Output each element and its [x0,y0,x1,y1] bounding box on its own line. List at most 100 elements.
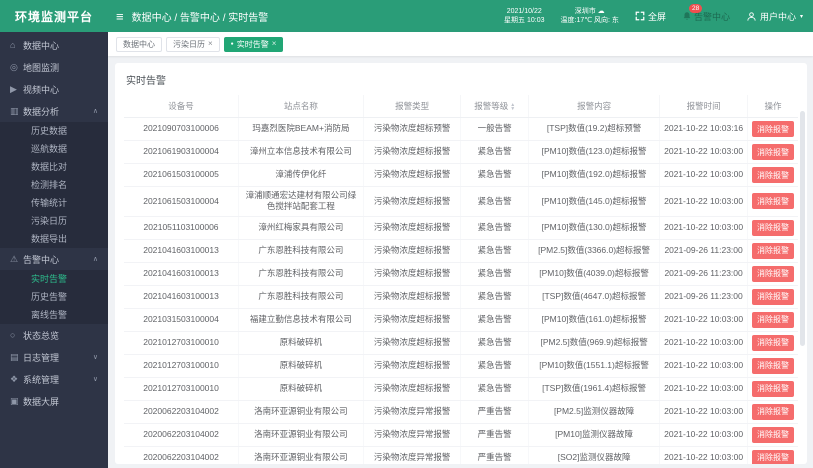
alarm-content: [TSP]数值(19.2)超标预警 [528,117,661,141]
sidebar-item-data-screen[interactable]: ▣ 数据大屏 [0,390,108,412]
alarm-level: 紧急告警 [460,186,529,217]
clear-alarm-button[interactable]: 消除报警 [751,219,794,236]
close-icon[interactable]: × [208,40,213,48]
table-row: 2021012703100010 原料破碎机 污染物浓度超标报警 紧急告警 [PM10]… [124,354,798,378]
fullscreen-button[interactable]: 全屏 [635,10,666,23]
sidebar-subitem[interactable]: 离线告警 [0,306,108,324]
alarm-time: 2021-10-22 10:03:00 [659,331,748,355]
clear-alarm-button[interactable]: 消除报警 [751,357,794,374]
close-icon[interactable]: × [272,40,277,48]
clear-alarm-button[interactable]: 消除报警 [751,242,794,259]
clear-alarm-button[interactable]: 消除报警 [751,334,794,351]
alarm-content: [PM10]数值(145.0)超标报警 [528,186,661,217]
sidebar-item-alert-center[interactable]: ⚠ 告警中心 ∧ [0,248,108,270]
clear-alarm-button[interactable]: 消除报警 [751,449,794,464]
row-actions: 消除报警 [747,331,798,355]
sidebar-subitem[interactable]: 数据比对 [0,158,108,176]
alarm-content: [PM10]数值(123.0)超标报警 [528,140,661,164]
station-name: 漳州红梅家具有限公司 [238,216,364,240]
sidebar-item-video-center[interactable]: ▶ 视频中心 [0,78,108,100]
sidebar-subitem[interactable]: 历史告警 [0,288,108,306]
tab-label: 污染日历 [173,39,205,49]
sidebar-subitem[interactable]: 污染日历 [0,212,108,230]
alarm-type: 污染物浓度超标报警 [363,239,462,263]
clear-alarm-button[interactable]: 消除报警 [751,144,794,160]
tab[interactable]: 污染日历 × [166,36,220,52]
alarm-level: 紧急告警 [460,216,529,240]
sidebar-subitem[interactable]: 数据导出 [0,230,108,248]
alert-table: 设备号 站点名称 报警类型 报警等级 ▲ ▼ 报警内容 报警时间 操作 202109070310… [124,95,798,464]
alarm-type: 污染物浓度超标预警 [363,117,462,141]
clear-alarm-button[interactable]: 消除报警 [751,288,794,305]
alarm-type: 污染物浓度异常报警 [363,446,462,464]
sidebar-subitem[interactable]: 历史数据 [0,122,108,140]
bell-icon: ⚠ [10,253,19,264]
column-header: 报警等级 ▲ ▼ [460,95,529,118]
row-actions: 消除报警 [747,423,798,447]
sort-icon[interactable]: ▲ ▼ [510,102,515,111]
alarm-type: 污染物浓度超标报警 [363,308,462,332]
column-header-label: 报警等级 [474,101,509,111]
clear-alarm-button[interactable]: 消除报警 [751,426,794,443]
sidebar-subitem[interactable]: 检测排名 [0,176,108,194]
table-row: 2021061503100005 漳浦传伊化纤 污染物浓度超标报警 紧急告警 [PM10… [124,163,798,187]
alarm-level: 紧急告警 [460,354,529,378]
alarm-type: 污染物浓度超标报警 [363,140,462,164]
menu-toggle-icon[interactable]: ≡ [116,9,124,24]
clear-alarm-button[interactable]: 消除报警 [751,403,794,420]
home-icon: ⌂ [10,40,16,50]
card-title: 实时告警 [126,76,166,87]
sidebar-subitem[interactable]: 实时告警 [0,270,108,288]
sidebar-item-system-manage[interactable]: ❖ 系统管理 ∨ [0,368,108,390]
device-number: 2020062203104002 [124,400,240,424]
sidebar-item-map-monitor[interactable]: ◎ 地图监测 [0,56,108,78]
alarm-time: 2021-09-26 11:23:00 [659,262,748,286]
chevron-down-icon: ▾ [799,13,803,20]
clear-alarm-button[interactable]: 消除报警 [751,167,794,183]
row-actions: 消除报警 [747,308,798,332]
alarm-content: [PM2.5]数值(969.9)超标报警 [528,331,661,355]
top-bar: ≡ 数据中心 / 告警中心 / 实时告警 2021/10/22 星期五 10:0… [108,0,813,32]
table-row: 2021061503100004 漳浦顺通宏达建材有限公司绿色搅拌站配套工程 污染物… [124,186,798,217]
alarm-level: 紧急告警 [460,377,529,401]
weather-display: 深圳市 ☁ 温度:17℃ 风向: 东 [561,7,619,26]
station-name: 洛南环亚源铜业有限公司 [238,446,364,464]
sidebar-item-label: 数据分析 [23,106,60,117]
sidebar-item-data-analysis[interactable]: ▥ 数据分析 ∧ [0,100,108,122]
tab-label: 数据中心 [123,39,155,49]
map-pin-icon: ◎ [10,61,18,72]
alarm-time: 2021-10-22 10:03:00 [659,163,748,187]
station-name: 玛嘉烈医院BEAM+消防局 [238,117,364,141]
alarm-content: [PM10]监测仪器故障 [528,423,661,447]
clear-alarm-button[interactable]: 消除报警 [751,193,794,210]
station-name: 广东恩胜科技有限公司 [238,285,364,309]
sidebar-subitem[interactable]: 传输统计 [0,194,108,212]
table-row: 2021012703100010 原料破碎机 污染物浓度超标报警 紧急告警 [PM2.5… [124,331,798,355]
tab[interactable]: 数据中心 [116,36,162,52]
clear-alarm-button[interactable]: 消除报警 [751,380,794,397]
tab[interactable]: ● 实时告警 × [223,36,284,52]
column-header: 报警类型 [363,95,462,118]
user-menu[interactable]: 用户中心 ▾ [746,10,803,23]
alarm-content: [PM10]数值(1551.1)超标报警 [528,354,661,378]
sidebar-item-data-center[interactable]: ⌂ 数据中心 [0,34,108,56]
time-text: 星期五 10:03 [504,17,545,24]
alarm-type: 污染物浓度超标报警 [363,331,462,355]
sidebar-item-log-manage[interactable]: ▤ 日志管理 ∨ [0,346,108,368]
sidebar-item-label: 地图监测 [23,62,60,73]
alert-center-button[interactable]: 告警中心 28 [682,3,730,23]
station-name: 原料破碎机 [238,377,364,401]
table-scrollbar[interactable] [800,111,805,346]
log-icon: ▤ [10,351,19,362]
clear-alarm-button[interactable]: 消除报警 [751,265,794,282]
row-actions: 消除报警 [747,354,798,378]
alarm-content: [PM10]数值(192.0)超标报警 [528,163,661,187]
device-number: 2021061503100005 [124,163,240,187]
sidebar-item-status-overview[interactable]: ○ 状态总览 [0,324,108,346]
sidebar-item-label: 告警中心 [23,254,60,265]
fullscreen-label: 全屏 [647,11,666,22]
screen-icon: ▣ [10,395,19,406]
clear-alarm-button[interactable]: 消除报警 [751,311,794,328]
clear-alarm-button[interactable]: 消除报警 [751,121,794,137]
sidebar-subitem[interactable]: 巡航数据 [0,140,108,158]
